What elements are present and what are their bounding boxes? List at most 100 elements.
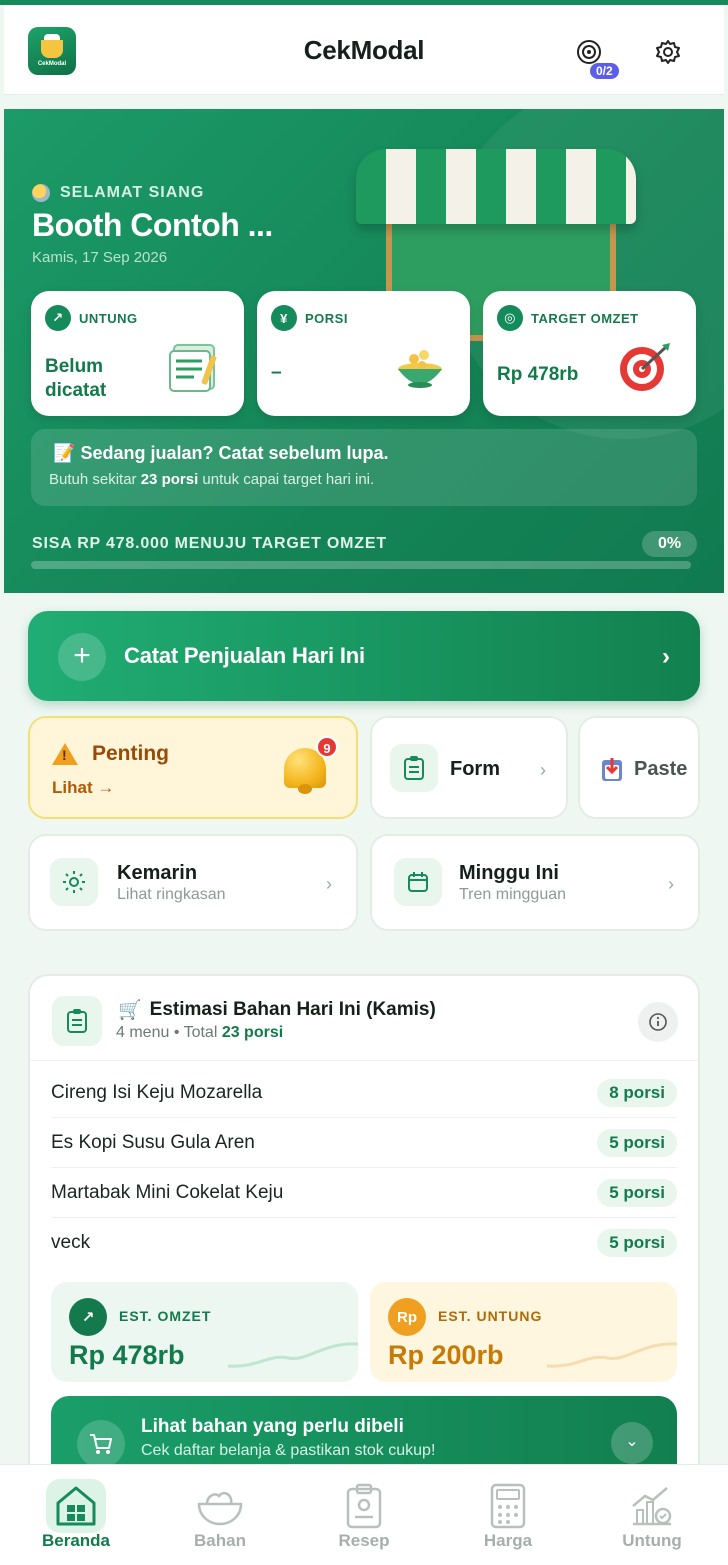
app-title: CekModal — [303, 35, 425, 65]
sun-svg — [63, 871, 85, 893]
nav-label: Resep — [338, 1531, 390, 1550]
nav-harga[interactable]: Harga — [436, 1465, 580, 1565]
sparkline-decoration — [228, 1342, 358, 1368]
profit-chart-icon — [622, 1479, 682, 1533]
yesterday-title: Kemarin — [117, 862, 198, 884]
this-week-title: Minggu Ini — [459, 862, 559, 884]
stat-label: PORSI — [305, 310, 348, 326]
bottom-navigation: Beranda Bahan Resep Harga Untung — [0, 1464, 728, 1565]
target-icon: ◎ — [497, 305, 523, 331]
important-view-link[interactable]: Lihat → — [52, 778, 114, 798]
menu-row[interactable]: Es Kopi Susu Gula Aren 5 porsi — [51, 1118, 677, 1168]
stat-card-untung[interactable]: ↗ UNTUNG Belum dicatat — [31, 291, 244, 416]
trend-up-icon: ↗ — [69, 1298, 107, 1336]
recipe-svg — [346, 1483, 382, 1529]
stat-label: TARGET OMZET — [531, 310, 639, 326]
current-date: Kamis, 17 Sep 2026 — [32, 249, 168, 266]
home-icon — [46, 1479, 106, 1533]
menu-row[interactable]: veck 5 porsi — [51, 1218, 677, 1268]
chevron-right-icon: › — [662, 643, 670, 670]
app-header: CekModal CekModal 0/2 — [4, 5, 724, 95]
menu-portion-badge: 5 porsi — [597, 1229, 677, 1257]
nav-beranda[interactable]: Beranda — [4, 1465, 148, 1565]
chevron-right-icon: › — [668, 874, 674, 894]
info-icon — [649, 1013, 667, 1031]
important-title: Penting — [52, 742, 169, 766]
booth-name[interactable]: Booth Contoh ... — [32, 207, 273, 244]
nav-label: Bahan — [194, 1531, 246, 1550]
menu-portion-badge: 5 porsi — [597, 1179, 677, 1207]
nav-label: Untung — [622, 1531, 682, 1550]
bell-icon: 9 — [280, 736, 338, 794]
nav-label: Beranda — [41, 1531, 111, 1550]
tip-sub-bold: 23 porsi — [140, 471, 199, 488]
record-sales-label: Catat Penjualan Hari Ini — [124, 643, 365, 668]
notification-count-badge: 9 — [316, 736, 338, 758]
estimate-total-portions: 23 porsi — [221, 1024, 284, 1041]
info-button[interactable] — [638, 1002, 678, 1042]
yesterday-tile[interactable]: Kemarin Lihat ringkasan › — [28, 834, 358, 931]
memo-icon: 📝 — [53, 443, 76, 463]
nav-resep[interactable]: Resep — [292, 1465, 436, 1565]
tip-sub-text: Butuh sekitar — [49, 471, 141, 488]
booth-awning — [356, 149, 636, 224]
tip-banner[interactable]: 📝 Sedang jualan? Catat sebelum lupa. But… — [31, 429, 697, 506]
nav-bahan[interactable]: Bahan — [148, 1465, 292, 1565]
hero-banner: SELAMAT SIANG Booth Contoh ... Kamis, 17… — [4, 109, 724, 593]
tip-title-text: Sedang jualan? Catat sebelum lupa. — [80, 443, 389, 463]
est-profit-label: EST. UNTUNG — [438, 1308, 543, 1324]
progress-percent: 0% — [642, 531, 697, 557]
clipboard-icon — [52, 996, 102, 1046]
stat-card-target-omzet[interactable]: ◎ TARGET OMZET Rp 478rb — [483, 291, 696, 416]
form-tile[interactable]: Form › — [370, 716, 568, 819]
rupiah-icon: Rp — [388, 1298, 426, 1336]
progress-label: SISA RP 478.000 MENUJU TARGET OMZET — [32, 535, 387, 552]
nav-untung[interactable]: Untung — [580, 1465, 724, 1565]
menu-row[interactable]: Cireng Isi Keju Mozarella 8 porsi — [51, 1068, 677, 1118]
cart-svg — [90, 1434, 112, 1454]
stat-header: ◎ TARGET OMZET — [497, 305, 639, 331]
menu-row[interactable]: Martabak Mini Cokelat Keju 5 porsi — [51, 1168, 677, 1218]
dartboard-icon — [620, 343, 670, 391]
chevron-right-icon: › — [540, 760, 546, 780]
chevron-right-icon: › — [326, 874, 332, 894]
important-tile[interactable]: Penting Lihat → 9 — [28, 716, 358, 819]
notes-illustration-icon — [169, 344, 217, 392]
est-profit-value: Rp 200rb — [388, 1340, 504, 1370]
est-revenue-label: EST. OMZET — [119, 1308, 212, 1324]
yesterday-subtitle: Lihat ringkasan — [117, 886, 226, 903]
warning-icon — [52, 743, 78, 765]
this-week-tile[interactable]: Minggu Ini Tren mingguan › — [370, 834, 700, 931]
estimate-subtitle: 4 menu • Total 23 porsi — [116, 1024, 283, 1042]
menu-portion-badge: 5 porsi — [597, 1129, 677, 1157]
chevron-down-icon[interactable]: ⌄ — [611, 1422, 653, 1464]
trend-up-icon: ↗ — [45, 305, 71, 331]
calculator-icon — [478, 1479, 538, 1533]
tip-sub-text: untuk capai target hari ini. — [198, 471, 375, 488]
stat-value: – — [271, 362, 282, 383]
stat-value: Rp 478rb — [497, 364, 579, 385]
est-revenue-value: Rp 478rb — [69, 1340, 185, 1370]
cart-icon — [77, 1420, 125, 1468]
gear-icon[interactable] — [654, 38, 682, 66]
progress-bar — [31, 561, 691, 569]
tip-subtitle: Butuh sekitar 23 porsi untuk capai targe… — [49, 471, 374, 488]
weather-icon — [32, 184, 50, 202]
stat-card-porsi[interactable]: ¥ PORSI – — [257, 291, 470, 416]
calendar-svg — [408, 872, 428, 892]
menu-name: veck — [51, 1232, 91, 1253]
estimate-title: 🛒 Estimasi Bahan Hari Ini (Kamis) — [118, 998, 436, 1022]
estimate-sub-text: 4 menu • Total — [116, 1024, 222, 1041]
this-week-subtitle: Tren mingguan — [459, 886, 567, 903]
paste-title: Paste — [634, 758, 688, 780]
menu-name: Cireng Isi Keju Mozarella — [51, 1082, 263, 1103]
stat-header: ¥ PORSI — [271, 305, 348, 331]
profit-svg — [632, 1487, 672, 1526]
bell-clapper — [298, 784, 312, 794]
record-sales-button[interactable]: + Catat Penjualan Hari Ini › — [28, 611, 700, 701]
utensils-icon: ¥ — [271, 305, 297, 331]
paste-tile[interactable]: Paste — [578, 716, 700, 819]
estimate-title-text: Estimasi Bahan Hari Ini (Kamis) — [149, 999, 436, 1020]
recipe-clipboard-icon — [334, 1479, 394, 1533]
plus-icon: + — [58, 633, 106, 681]
